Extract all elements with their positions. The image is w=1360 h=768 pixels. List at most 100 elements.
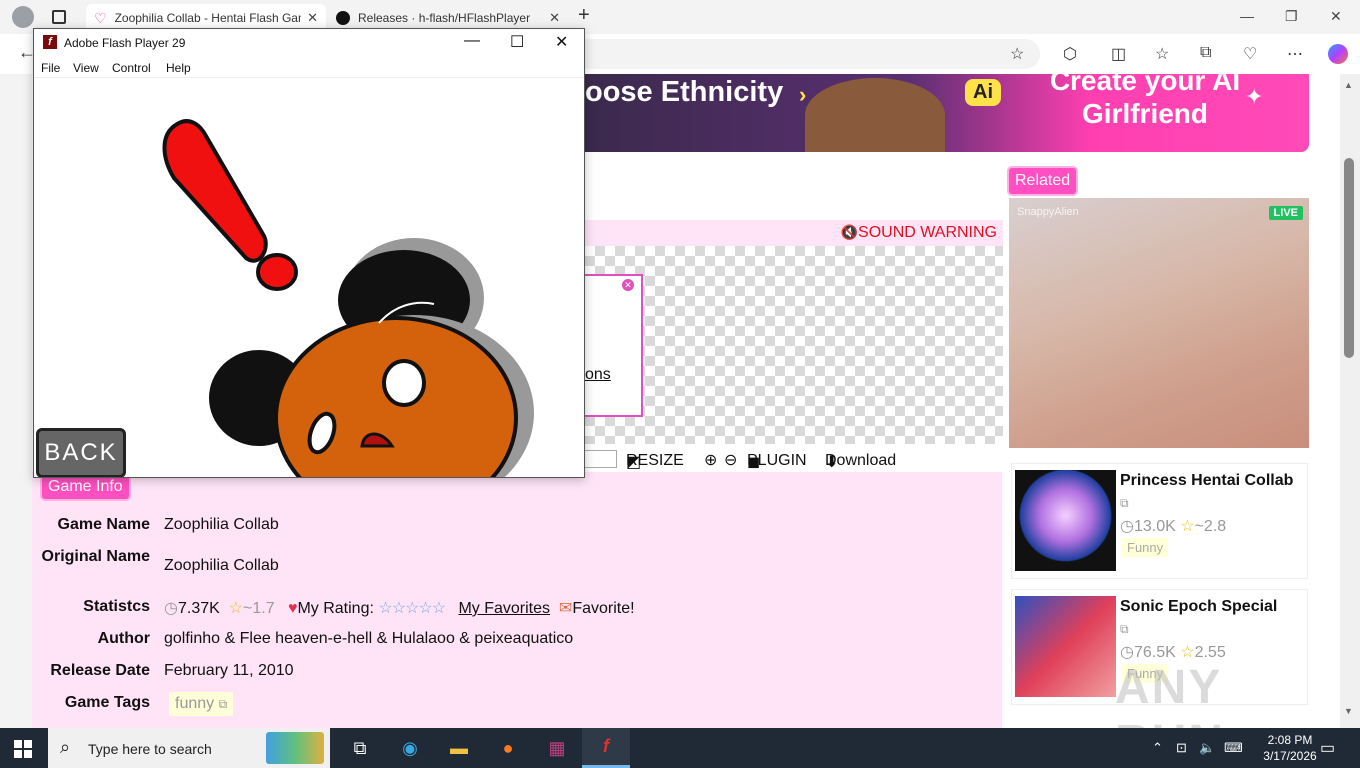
menu-file[interactable]: File <box>41 61 60 75</box>
game-info-heading: Game Info <box>42 475 129 499</box>
sound-warning[interactable]: 🔇SOUND WARNING <box>841 224 997 242</box>
game-info-panel: Game Info Game Name Zoophilia Collab Ori… <box>32 472 1002 728</box>
related-thumbnail[interactable] <box>1015 470 1116 571</box>
related-tag[interactable]: Funny <box>1122 538 1169 557</box>
my-rating-label: My Rating: <box>297 600 374 617</box>
extensions-icon[interactable]: ⬡ <box>1063 44 1077 64</box>
flash-stage[interactable]: BACK <box>34 77 584 477</box>
author-value[interactable]: golfinho & Flee heaven-e-hell & Hulalaoo… <box>164 630 573 648</box>
collections-icon[interactable]: ⧉ <box>1200 44 1211 62</box>
related-stats: ◷13.0K ☆~2.8 <box>1120 518 1227 535</box>
more-menu-icon[interactable]: ⋯ <box>1287 44 1303 64</box>
live-cam-ad[interactable]: SnappyAlien LIVE <box>1009 198 1309 448</box>
related-card[interactable]: Princess Hentai Collab ⧉ ◷13.0K ☆~2.8 Fu… <box>1011 463 1308 579</box>
minimize-icon[interactable]: — <box>464 32 480 50</box>
flash-player-taskbar-icon[interactable]: f <box>582 728 630 768</box>
page-scrollbar[interactable]: ▲ ▼ <box>1340 74 1360 728</box>
close-ad-icon[interactable]: ✕ <box>622 279 634 291</box>
keyboard-icon[interactable]: ⌨ <box>1224 740 1243 756</box>
windows-start-icon[interactable] <box>14 740 32 758</box>
my-favorites-link[interactable]: My Favorites <box>458 600 550 617</box>
browser-essentials-icon[interactable]: ♡ <box>1243 44 1257 64</box>
related-title[interactable]: Princess Hentai Collab ⧉ <box>1120 470 1300 514</box>
close-tab-icon[interactable]: ✕ <box>307 10 318 26</box>
game-name-value: Zoophilia Collab <box>164 516 279 533</box>
back-button[interactable]: BACK <box>36 428 126 477</box>
edge-icon[interactable]: ◉ <box>386 728 434 768</box>
eye-large <box>382 359 426 407</box>
maximize-icon[interactable]: ☐ <box>510 32 524 52</box>
related-thumbnail[interactable] <box>1015 596 1116 697</box>
external-link-icon: ⧉ <box>1120 496 1129 510</box>
original-name-value: Zoophilia Collab <box>164 557 279 574</box>
views-icon: ◷ <box>1120 644 1134 661</box>
statistics-row: ◷7.37K ☆~1.7 ♥My Rating: ☆☆☆☆☆ My Favori… <box>164 598 635 618</box>
exclamation-mark-icon <box>162 119 268 263</box>
overlay-ad-box[interactable]: ✕ <box>585 274 643 417</box>
close-icon[interactable]: ✕ <box>1330 8 1342 25</box>
file-explorer-icon[interactable]: ▬ <box>435 728 483 768</box>
network-icon[interactable]: ⊡ <box>1176 740 1187 756</box>
profile-icon[interactable] <box>12 6 34 28</box>
copilot-icon[interactable] <box>1328 44 1348 64</box>
minimize-icon[interactable]: — <box>1240 8 1254 24</box>
rating-stars[interactable]: ☆☆☆☆☆ <box>378 600 446 617</box>
related-title[interactable]: Sonic Epoch Special ⧉ <box>1120 596 1300 640</box>
ad-link-text[interactable]: ons <box>585 366 611 384</box>
scroll-up-icon[interactable]: ▲ <box>1344 80 1353 90</box>
game-header-bar: 🔇SOUND WARNING <box>585 220 1003 246</box>
new-tab-button[interactable]: + <box>578 4 590 27</box>
search-icon: ⌕ <box>60 737 71 757</box>
split-screen-icon[interactable]: ◫ <box>1111 44 1126 64</box>
star-icon: ☆ <box>1180 518 1195 535</box>
banner-cta: Create your AI Girlfriend <box>1049 74 1241 129</box>
size-input[interactable] <box>585 450 617 468</box>
winrar-icon[interactable]: ▦ <box>533 728 581 768</box>
live-badge: LIVE <box>1268 206 1303 220</box>
firefox-icon[interactable]: ● <box>484 728 532 768</box>
menu-view[interactable]: View <box>73 61 99 75</box>
ad-banner[interactable]: oose Ethnicity › Ai Create your AI Girlf… <box>585 74 1309 152</box>
taskbar-search[interactable]: ⌕ Type here to search <box>48 728 330 768</box>
tag-funny[interactable]: funny ⧉ <box>169 692 234 716</box>
sound-warning-label: SOUND WARNING <box>858 224 997 241</box>
menu-help[interactable]: Help <box>166 61 191 75</box>
favorite-envelope-icon: ✉ <box>558 600 573 617</box>
flash-menu-bar: File View Control Help <box>34 55 584 77</box>
ai-badge: Ai <box>965 79 1001 106</box>
views-icon: ◷ <box>1120 518 1134 535</box>
zoom-in-icon[interactable]: ⊕ <box>704 450 717 470</box>
chevron-up-icon[interactable]: ⌃ <box>1152 740 1163 756</box>
speaker-muted-icon: 🔇 <box>840 224 859 240</box>
zoom-out-icon[interactable]: ⊖ <box>724 450 737 470</box>
system-clock[interactable]: 2:08 PM 3/17/2026 <box>1250 732 1330 764</box>
volume-icon[interactable]: 🔈 <box>1199 740 1215 756</box>
restore-icon[interactable]: ❐ <box>1285 8 1298 25</box>
search-placeholder: Type here to search <box>88 741 212 757</box>
heart-icon: ♡ <box>94 9 107 26</box>
related-heading: Related <box>1009 168 1077 194</box>
flash-logo-icon: f <box>43 35 57 49</box>
rating-value: ~1.7 <box>243 600 275 617</box>
menu-control[interactable]: Control <box>112 61 151 75</box>
tab-actions-icon[interactable] <box>52 10 66 24</box>
views-icon: ◷ <box>164 600 178 617</box>
notifications-icon[interactable]: ▭ <box>1320 738 1335 758</box>
statistics-label: Statistcs <box>83 598 150 615</box>
task-view-icon[interactable]: ⧉ <box>336 728 384 768</box>
flash-titlebar[interactable]: f Adobe Flash Player 29 — ☐ ✕ <box>34 29 584 55</box>
scroll-down-icon[interactable]: ▼ <box>1344 706 1353 716</box>
url-field[interactable] <box>560 39 1040 69</box>
cam-username: SnappyAlien <box>1017 206 1079 218</box>
close-tab-icon[interactable]: ✕ <box>549 10 560 26</box>
clock-time: 2:08 PM <box>1267 733 1313 747</box>
search-highlight-icon <box>266 732 324 764</box>
game-canvas-area[interactable] <box>585 246 1003 444</box>
favorite-button[interactable]: Favorite! <box>572 600 634 617</box>
game-controls: ◩ RESIZE ⊕ ⊖ ◼ PLUGIN ⬇ Download <box>585 448 1003 471</box>
close-icon[interactable]: ✕ <box>555 32 568 52</box>
scrollbar-thumb[interactable] <box>1344 158 1354 358</box>
favorites-icon[interactable]: ☆ <box>1155 44 1169 64</box>
tab-title: Releases · h-flash/HFlashPlayer <box>358 11 531 25</box>
favorite-star-icon[interactable]: ☆ <box>1010 44 1024 64</box>
